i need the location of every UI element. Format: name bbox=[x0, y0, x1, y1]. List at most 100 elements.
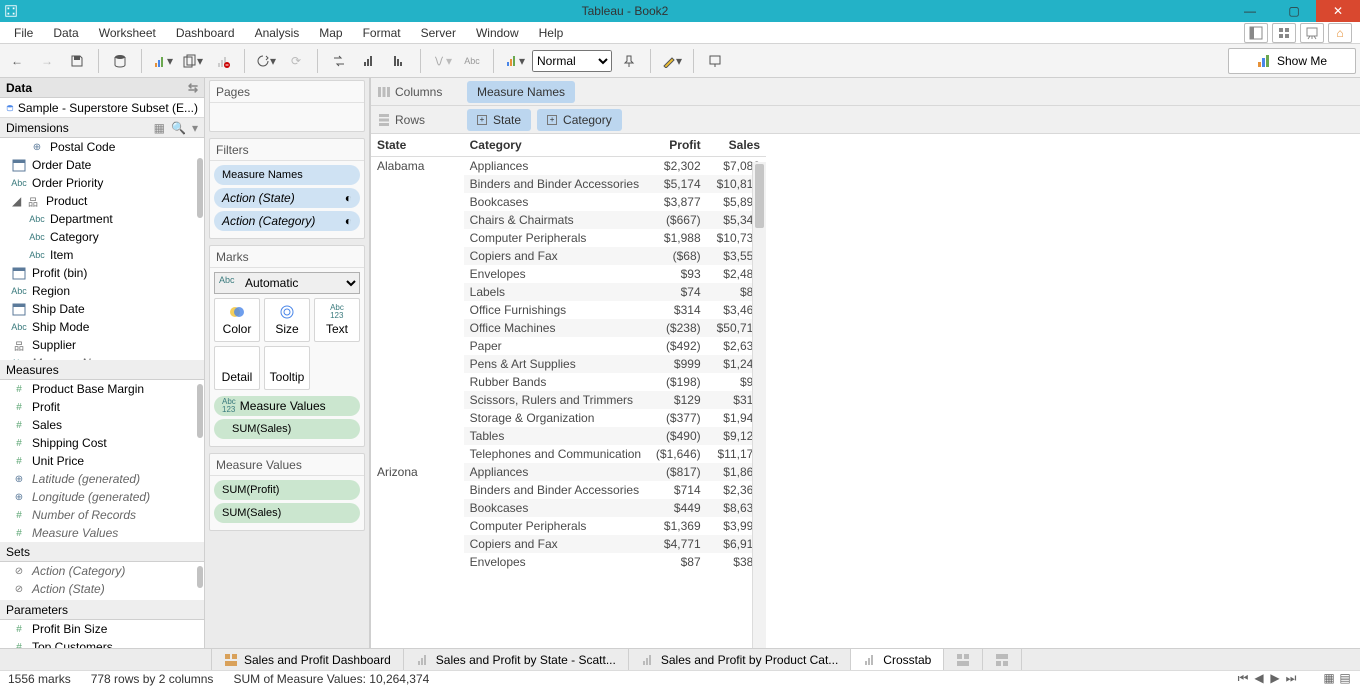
menu-dashboard[interactable]: Dashboard bbox=[176, 26, 235, 40]
fit-icon[interactable]: ▾ bbox=[502, 48, 528, 74]
swap-icon[interactable] bbox=[326, 48, 352, 74]
marks-pill[interactable]: Abc123Measure Values bbox=[214, 396, 360, 416]
sort-desc-icon[interactable] bbox=[386, 48, 412, 74]
mark-size-button[interactable]: Size bbox=[264, 298, 310, 342]
close-button[interactable]: ✕ bbox=[1316, 0, 1360, 22]
menu-format[interactable]: Format bbox=[363, 26, 401, 40]
measure-item[interactable]: #Unit Price bbox=[0, 452, 204, 470]
table-row[interactable]: ArizonaAppliances($817)$1,863 bbox=[371, 463, 766, 481]
menu-worksheet[interactable]: Worksheet bbox=[99, 26, 156, 40]
dimension-item[interactable]: AbcShip Mode bbox=[0, 318, 204, 336]
dimension-item[interactable]: ◢品Product bbox=[0, 192, 204, 210]
sheet-tab[interactable]: Sales and Profit by Product Cat... bbox=[629, 649, 851, 670]
mv-pill[interactable]: SUM(Sales) bbox=[214, 503, 360, 523]
measure-item[interactable]: #Product Base Margin bbox=[0, 380, 204, 398]
menu-file[interactable]: File bbox=[14, 26, 33, 40]
clear-sheet-icon[interactable] bbox=[210, 48, 236, 74]
group-icon[interactable]: ▾ bbox=[429, 48, 455, 74]
autoupdate-icon[interactable]: ▾ bbox=[253, 48, 279, 74]
table-row[interactable]: Rubber Bands($198)$96 bbox=[371, 373, 766, 391]
columns-pill[interactable]: Measure Names bbox=[467, 81, 575, 103]
filter-pill[interactable]: Measure Names bbox=[214, 165, 360, 185]
table-row[interactable]: Tables($490)$9,129 bbox=[371, 427, 766, 445]
filter-pill[interactable]: Action (State)◐ bbox=[214, 188, 360, 208]
table-row[interactable]: Envelopes$93$2,486 bbox=[371, 265, 766, 283]
mv-pill[interactable]: SUM(Profit) bbox=[214, 480, 360, 500]
new-dashboard-button[interactable] bbox=[944, 649, 983, 670]
new-story-button[interactable] bbox=[983, 649, 1022, 670]
table-row[interactable]: Computer Peripherals$1,988$10,732 bbox=[371, 229, 766, 247]
mark-text-button[interactable]: Abc123Text bbox=[314, 298, 360, 342]
table-row[interactable]: Office Machines($238)$50,714 bbox=[371, 319, 766, 337]
col-header[interactable]: State bbox=[371, 134, 464, 157]
mark-detail-button[interactable]: Detail bbox=[214, 346, 260, 390]
nav-last-icon[interactable]: ⏭ bbox=[1284, 671, 1298, 686]
table-row[interactable]: Storage & Organization($377)$1,948 bbox=[371, 409, 766, 427]
save-icon[interactable] bbox=[64, 48, 90, 74]
filters-shelf[interactable]: Filters Measure Names Action (State)◐ Ac… bbox=[209, 138, 365, 239]
table-row[interactable]: Chairs & Chairmats($667)$5,347 bbox=[371, 211, 766, 229]
table-row[interactable]: Paper($492)$2,632 bbox=[371, 337, 766, 355]
vertical-scrollbar[interactable] bbox=[752, 162, 766, 648]
dimension-item[interactable]: Ship Date bbox=[0, 300, 204, 318]
labels-icon[interactable]: Abc bbox=[459, 48, 485, 74]
dimension-item[interactable]: AbcMeasure Names bbox=[0, 354, 204, 360]
table-row[interactable]: Copiers and Fax($68)$3,550 bbox=[371, 247, 766, 265]
show-me-button[interactable]: Show Me bbox=[1228, 48, 1356, 74]
marks-pill[interactable]: SUM(Sales) bbox=[214, 419, 360, 439]
datasource-icon[interactable] bbox=[107, 48, 133, 74]
nav-prev-icon[interactable]: ◀ bbox=[1252, 671, 1266, 686]
filter-pill[interactable]: Action (Category)◐ bbox=[214, 211, 360, 231]
col-header[interactable]: Profit bbox=[647, 134, 707, 157]
filmstrip-icon[interactable]: ▤ bbox=[1338, 671, 1352, 686]
param-item[interactable]: #Top Customers bbox=[0, 638, 204, 648]
new-sheet-icon[interactable]: ▾ bbox=[150, 48, 176, 74]
sheet-tab[interactable]: Sales and Profit Dashboard bbox=[212, 649, 404, 670]
measure-item[interactable]: #Number of Records bbox=[0, 506, 204, 524]
dimension-item[interactable]: Order Date bbox=[0, 156, 204, 174]
dimension-item[interactable]: AbcItem bbox=[0, 246, 204, 264]
dimension-item[interactable]: AbcOrder Priority bbox=[0, 174, 204, 192]
table-row[interactable]: Binders and Binder Accessories$714$2,362 bbox=[371, 481, 766, 499]
back-icon[interactable]: ← bbox=[4, 48, 30, 74]
menu-help[interactable]: Help bbox=[539, 26, 564, 40]
menu-analysis[interactable]: Analysis bbox=[255, 26, 300, 40]
dimension-item[interactable]: Profit (bin) bbox=[0, 264, 204, 282]
dimension-item[interactable]: AbcDepartment bbox=[0, 210, 204, 228]
table-row[interactable]: Telephones and Communication($1,646)$11,… bbox=[371, 445, 766, 463]
menu-server[interactable]: Server bbox=[421, 26, 456, 40]
nav-next-icon[interactable]: ▶ bbox=[1268, 671, 1282, 686]
maximize-button[interactable]: ▢ bbox=[1272, 0, 1316, 22]
mark-tooltip-button[interactable]: Tooltip bbox=[264, 346, 310, 390]
dimension-item[interactable]: 品Supplier bbox=[0, 336, 204, 354]
menu-window[interactable]: Window bbox=[476, 26, 519, 40]
forward-icon[interactable]: → bbox=[34, 48, 60, 74]
data-source[interactable]: Sample - Superstore Subset (E...) bbox=[0, 98, 204, 118]
table-row[interactable]: Bookcases$3,877$5,892 bbox=[371, 193, 766, 211]
menu-data[interactable]: Data bbox=[53, 26, 78, 40]
table-row[interactable]: Copiers and Fax$4,771$6,914 bbox=[371, 535, 766, 553]
rows-shelf[interactable]: Rows +State +Category bbox=[371, 106, 1360, 134]
pin-icon[interactable] bbox=[616, 48, 642, 74]
col-header[interactable]: Category bbox=[464, 134, 647, 157]
minimize-button[interactable]: — bbox=[1228, 0, 1272, 22]
tabs-view-icon[interactable]: ▦ bbox=[1322, 671, 1336, 686]
measure-item[interactable]: #Shipping Cost bbox=[0, 434, 204, 452]
table-row[interactable]: Labels$74$87 bbox=[371, 283, 766, 301]
param-item[interactable]: #Profit Bin Size bbox=[0, 620, 204, 638]
dimension-item[interactable]: AbcCategory bbox=[0, 228, 204, 246]
table-row[interactable]: Pens & Art Supplies$999$1,247 bbox=[371, 355, 766, 373]
duplicate-sheet-icon[interactable]: ▾ bbox=[180, 48, 206, 74]
set-item[interactable]: ⊘Action (Category) bbox=[0, 562, 204, 580]
highlight-icon[interactable]: ▾ bbox=[659, 48, 685, 74]
presentation-icon[interactable] bbox=[702, 48, 728, 74]
measure-item[interactable]: ⊕Longitude (generated) bbox=[0, 488, 204, 506]
columns-shelf[interactable]: Columns Measure Names bbox=[371, 78, 1360, 106]
rows-pill[interactable]: +Category bbox=[537, 109, 622, 131]
table-row[interactable]: Bookcases$449$8,630 bbox=[371, 499, 766, 517]
sheet-tab[interactable]: Sales and Profit by State - Scatt... bbox=[404, 649, 629, 670]
sort-asc-icon[interactable] bbox=[356, 48, 382, 74]
table-row[interactable]: Envelopes$87$384 bbox=[371, 553, 766, 571]
mark-color-button[interactable]: Color bbox=[214, 298, 260, 342]
fit-select[interactable]: Normal bbox=[532, 50, 612, 72]
